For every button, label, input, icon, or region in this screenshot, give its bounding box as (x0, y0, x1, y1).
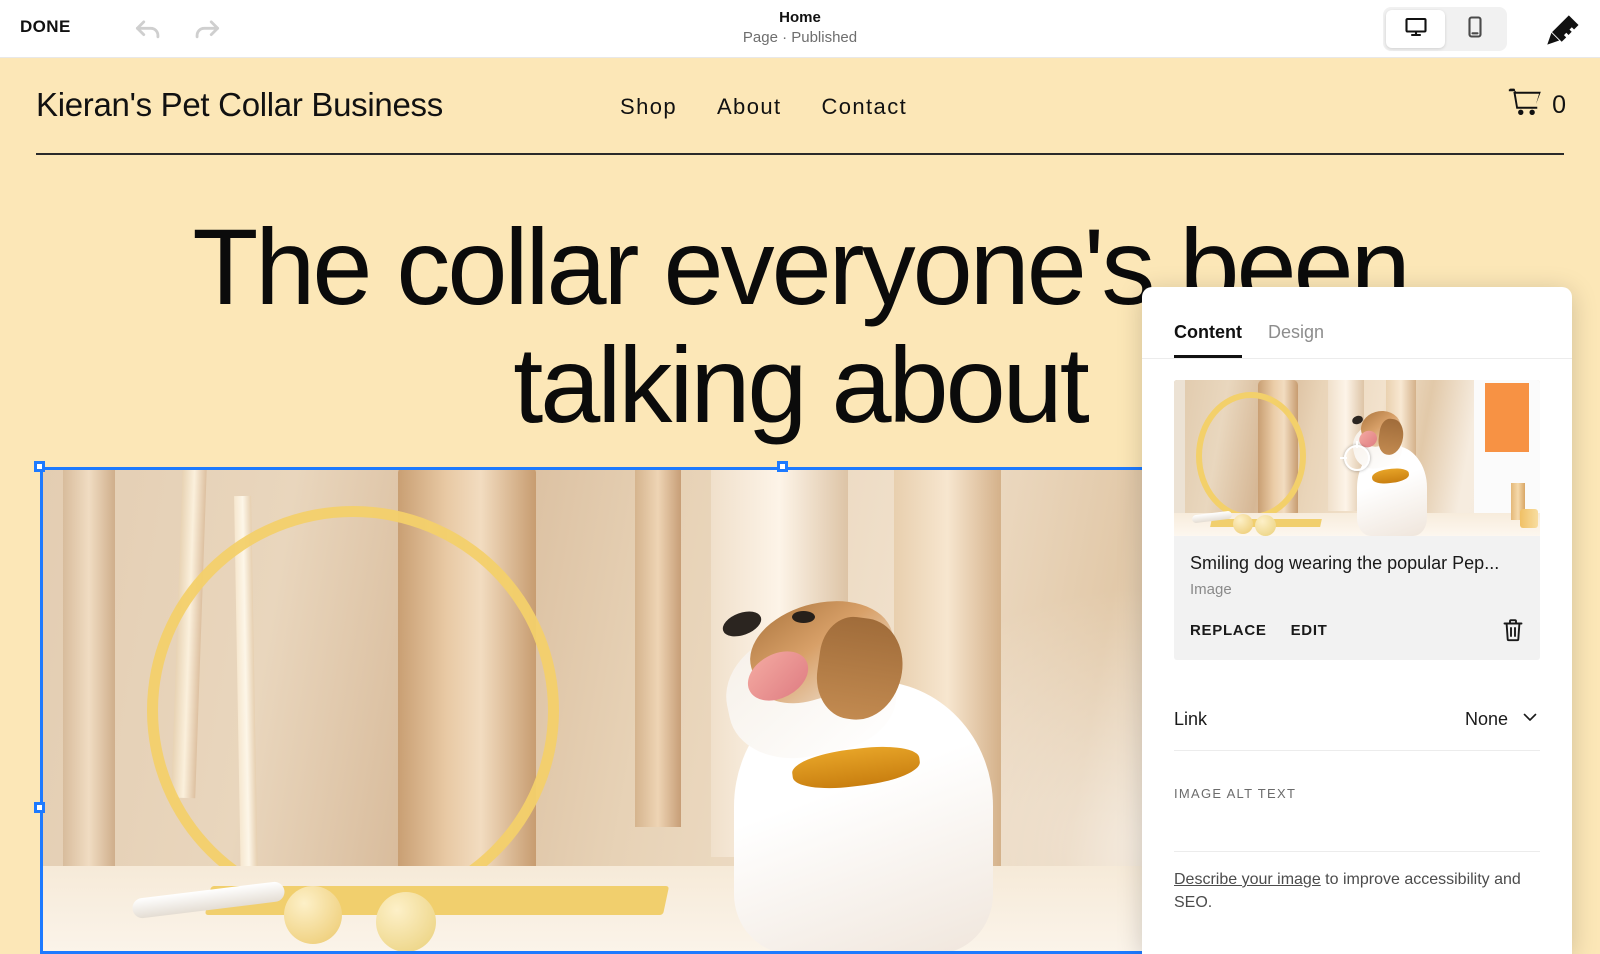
media-card: Smiling dog wearing the popular Pep... I… (1174, 380, 1540, 660)
media-thumbnail[interactable] (1174, 380, 1540, 536)
editor-top-bar: DONE Home Page · Published (0, 0, 1600, 58)
trash-icon[interactable] (1502, 618, 1524, 642)
link-value-text: None (1464, 708, 1508, 729)
mobile-phone-icon (1463, 15, 1487, 44)
cart-count: 0 (1552, 90, 1566, 119)
redo-icon[interactable] (190, 12, 224, 46)
nav-item-shop[interactable]: Shop (620, 94, 677, 120)
media-title: Smiling dog wearing the popular Pep... (1190, 553, 1500, 573)
undo-icon[interactable] (131, 12, 165, 46)
paintbrush-icon[interactable] (1546, 14, 1580, 46)
chevron-down-icon (1520, 707, 1540, 732)
resize-handle-top-left[interactable] (34, 461, 45, 472)
describe-your-image-link[interactable]: Describe your image (1174, 871, 1321, 888)
page-title: Home (779, 9, 821, 26)
resize-handle-left-middle[interactable] (34, 802, 45, 813)
desktop-monitor-icon (1404, 15, 1428, 44)
cart-button[interactable]: 0 (1508, 88, 1566, 122)
panel-tab-bar: Content Design (1142, 287, 1572, 359)
site-header: Kieran's Pet Collar Business Shop About … (0, 58, 1600, 156)
page-title-block: Home Page · Published (0, 8, 1600, 48)
image-alt-text-help: Describe your image to improve accessibi… (1174, 868, 1540, 914)
page-status: Page · Published (742, 29, 858, 46)
media-meta: Smiling dog wearing the popular Pep... I… (1174, 536, 1540, 598)
image-alt-text-input[interactable] (1174, 801, 1540, 852)
link-label: Link (1174, 708, 1208, 729)
header-divider (36, 153, 1564, 155)
tab-content[interactable]: Content (1174, 322, 1242, 358)
nav-item-contact[interactable]: Contact (821, 94, 907, 120)
media-subtype: Image (1190, 581, 1232, 598)
link-setting-row[interactable]: Link None (1174, 688, 1540, 751)
image-alt-text-section: IMAGE ALT TEXT (1174, 786, 1540, 852)
image-settings-panel: Content Design Smiling dog wearing the p… (1142, 287, 1572, 954)
image-alt-text-label: IMAGE ALT TEXT (1174, 786, 1297, 801)
tab-design[interactable]: Design (1268, 322, 1324, 358)
device-preview-toggle (1383, 7, 1507, 51)
done-button[interactable]: DONE (20, 17, 71, 37)
editor-root: DONE Home Page · Published Kieran's Pet … (0, 0, 1600, 954)
media-actions: REPLACE EDIT (1174, 598, 1540, 660)
site-nav: Shop About Contact (620, 94, 907, 120)
desktop-view-button[interactable] (1386, 10, 1445, 48)
nav-item-about[interactable]: About (717, 94, 782, 120)
edit-image-button[interactable]: EDIT (1291, 622, 1328, 639)
focal-point-crosshair-icon[interactable] (1340, 441, 1370, 471)
shopping-cart-icon (1508, 88, 1542, 122)
site-brand[interactable]: Kieran's Pet Collar Business (36, 86, 443, 124)
replace-image-button[interactable]: REPLACE (1190, 622, 1267, 639)
link-value: None (1465, 707, 1540, 732)
mobile-view-button[interactable] (1445, 10, 1504, 48)
resize-handle-top-center[interactable] (777, 461, 788, 472)
